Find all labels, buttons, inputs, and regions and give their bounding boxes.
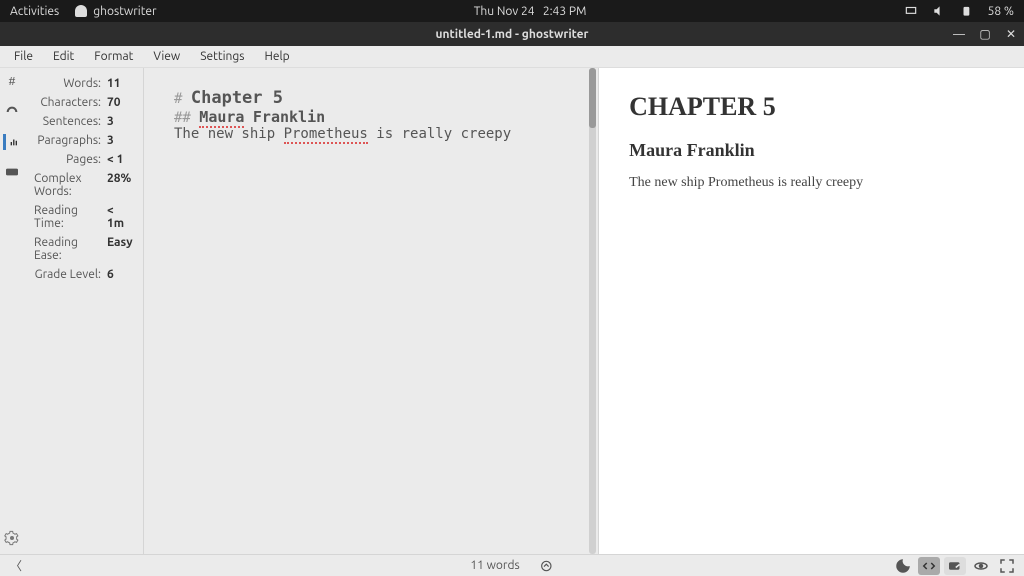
stat-row: Sentences: 3 [28,112,139,131]
gnome-top-bar: Activities ghostwriter Thu Nov 24 2:43 P… [0,0,1024,22]
activities-button[interactable]: Activities [10,5,59,18]
stat-value: 70 [107,96,133,109]
stat-row: Pages: < 1 [28,150,139,169]
stat-value: 3 [107,115,133,128]
stat-row: Characters: 70 [28,93,139,112]
hash-tab-icon[interactable]: # [4,74,20,90]
stat-row: Words: 11 [28,74,139,93]
stat-label: Characters: [40,96,101,109]
scrollbar-thumb[interactable] [589,68,596,128]
stat-row: Paragraphs: 3 [28,131,139,150]
stat-value: Easy [107,236,133,262]
stat-value: < 1 [107,153,133,166]
dark-mode-toggle[interactable] [892,557,914,575]
window-close-button[interactable]: ✕ [1004,27,1018,41]
preview-heading-2: Maura Franklin [629,140,994,161]
preview-heading-1: CHAPTER 5 [629,92,994,122]
volume-icon[interactable] [932,4,946,18]
menu-file[interactable]: File [4,47,43,66]
editor-heading-2: ## Maura Franklin [174,108,568,126]
word-count-label: 11 words [470,559,519,572]
battery-icon[interactable] [960,4,974,18]
stat-label: Pages: [66,153,101,166]
stat-label: Words: [63,77,101,90]
clock-date[interactable]: Thu Nov 24 [474,5,535,18]
editor-body-line: The new ship Prometheus is really creepy [174,126,568,142]
menu-format[interactable]: Format [84,47,143,66]
heading-text: Franklin [253,108,325,126]
stat-label: Paragraphs: [37,134,101,147]
menu-help[interactable]: Help [254,47,299,66]
ghostwriter-app-icon [75,5,87,17]
clock-time[interactable]: 2:43 PM [543,5,587,18]
html-preview: CHAPTER 5 Maura Franklin The new ship Pr… [598,68,1024,554]
body-text: The new ship [174,126,284,142]
main-area: # Words: 11 Characters: 70 Sentences: 3 Par… [0,68,1024,554]
stat-row: Complex Words:28% [28,169,139,201]
menu-edit[interactable]: Edit [43,47,84,66]
spellcheck-underline: Prometheus [284,126,368,144]
battery-percentage: 58 % [988,5,1014,18]
stats-tab-icon[interactable] [3,134,19,150]
window-minimize-button[interactable]: — [952,28,966,41]
window-titlebar: untitled-1.md - ghostwriter — ▢ ✕ [0,22,1024,46]
markdown-editor[interactable]: # Chapter 5 ## Maura Franklin The new sh… [144,68,598,554]
stat-row: Grade Level: 6 [28,265,139,284]
sidebar-tabs: # [0,68,24,554]
heading-marker: # [174,91,182,107]
session-tab-icon[interactable] [4,164,20,180]
active-app-label: ghostwriter [93,5,156,18]
stat-row: Reading Time:< 1m [28,201,139,233]
active-app-menu[interactable]: ghostwriter [75,5,156,18]
stat-label: Complex Words: [34,172,101,198]
status-bar: 〈 11 words [0,554,1024,576]
preview-paragraph: The new ship Prometheus is really creepy [629,175,994,191]
stat-value: 28% [107,172,133,198]
stat-label: Sentences: [43,115,101,128]
editor-scrollbar[interactable] [589,68,596,554]
fullscreen-toggle[interactable] [996,557,1018,575]
sidebar-settings-icon[interactable] [4,530,20,546]
stat-label: Reading Ease: [34,236,101,262]
back-button[interactable]: 〈 [0,557,32,574]
stat-value: 11 [107,77,133,90]
hemingway-mode-toggle[interactable] [944,557,966,575]
stat-row: Reading Ease:Easy [28,233,139,265]
body-text: is really creepy [368,126,511,142]
stat-value: 6 [107,268,133,281]
window-title: untitled-1.md - ghostwriter [436,28,589,41]
stat-value: < 1m [107,204,133,230]
menu-view[interactable]: View [143,47,190,66]
menu-settings[interactable]: Settings [190,47,254,66]
spellcheck-underline: Maura [199,108,244,128]
editor-heading-1: # Chapter 5 [174,88,568,108]
menu-bar: File Edit Format View Settings Help [0,46,1024,68]
heading-text: Chapter 5 [191,88,283,108]
stat-label: Reading Time: [34,204,101,230]
heading-marker: ## [174,110,191,126]
dashboard-tab-icon[interactable] [4,104,20,120]
expand-up-icon[interactable] [540,559,554,573]
statistics-panel: Words: 11 Characters: 70 Sentences: 3 Parag… [24,68,144,554]
stat-label: Grade Level: [35,268,101,281]
screen-icon[interactable] [904,4,918,18]
stat-value: 3 [107,134,133,147]
window-maximize-button[interactable]: ▢ [978,27,992,41]
focus-mode-toggle[interactable] [970,557,992,575]
html-preview-toggle[interactable] [918,557,940,575]
